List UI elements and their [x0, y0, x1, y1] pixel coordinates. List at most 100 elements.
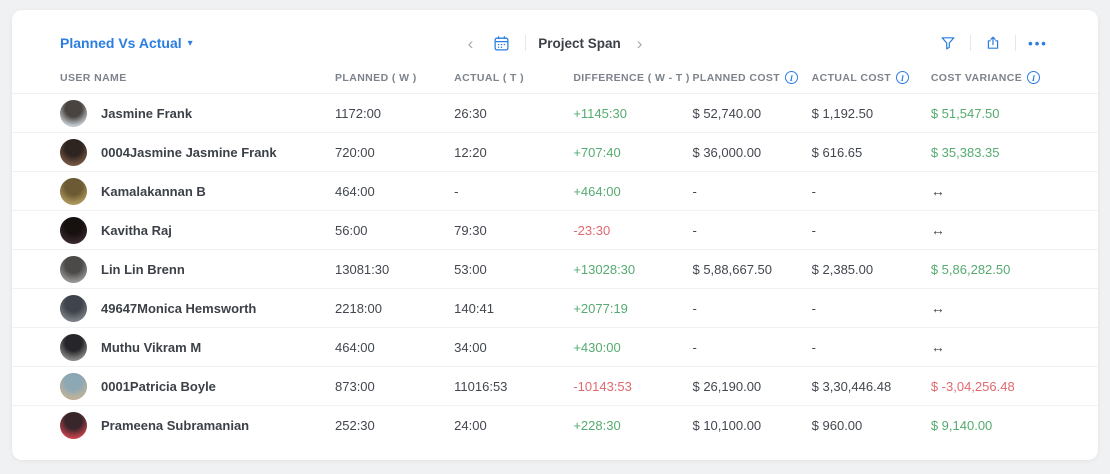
- info-icon[interactable]: i: [1027, 71, 1041, 84]
- user-cell: 0004Jasmine Jasmine Frank: [60, 138, 335, 166]
- cell-planned: 56:00: [335, 222, 368, 238]
- table-header: USER NAME PLANNED ( W ) ACTUAL ( T ) DIF…: [12, 62, 1098, 94]
- cell-actual: 12:20: [454, 144, 487, 160]
- user-name: Kamalakannan B: [101, 183, 206, 199]
- table-row[interactable]: Muthu Vikram M 464:00 34:00 +430:00 - - …: [12, 328, 1098, 367]
- cell-actual-cost: -: [811, 300, 816, 316]
- user-cell: Lin Lin Brenn: [60, 255, 335, 283]
- cell-planned-cost: -: [692, 339, 697, 355]
- cell-planned-cost: $ 52,740.00: [692, 105, 762, 121]
- table-row[interactable]: Prameena Subramanian 252:30 24:00 +228:3…: [12, 406, 1098, 445]
- cell-planned-cost: $ 26,190.00: [692, 378, 762, 394]
- column-header-cost-variance[interactable]: COST VARIANCE i: [931, 71, 1050, 84]
- cell-planned-cost: -: [692, 300, 697, 316]
- user-cell: Kavitha Raj: [60, 216, 335, 244]
- cell-difference: +1145:30: [573, 105, 627, 121]
- divider: [970, 35, 971, 51]
- user-name: Kavitha Raj: [101, 222, 172, 238]
- table-body: Jasmine Frank 1172:00 26:30 +1145:30 $ 5…: [12, 94, 1098, 445]
- cell-cost-variance: $ -3,04,256.48: [930, 378, 1015, 394]
- cell-difference: +464:00: [573, 183, 621, 199]
- cell-planned: 1172:00: [335, 105, 382, 121]
- cell-actual: 53:00: [454, 261, 487, 277]
- table-row[interactable]: Jasmine Frank 1172:00 26:30 +1145:30 $ 5…: [12, 94, 1098, 133]
- cell-difference: +430:00: [573, 339, 621, 355]
- cell-planned-cost: $ 10,100.00: [692, 418, 762, 433]
- cell-cost-variance: ↔: [930, 183, 945, 199]
- avatar: [60, 177, 87, 205]
- user-name: Jasmine Frank: [101, 105, 193, 121]
- cell-planned: 252:30: [335, 418, 375, 433]
- cell-actual-cost: $ 1,192.50: [811, 105, 874, 121]
- view-selector-dropdown[interactable]: Planned Vs Actual ▾: [60, 35, 193, 51]
- cell-actual-cost: -: [811, 183, 816, 199]
- cell-planned: 464:00: [335, 339, 375, 355]
- table-row[interactable]: 0004Jasmine Jasmine Frank 720:00 12:20 +…: [12, 133, 1098, 172]
- filter-icon[interactable]: [936, 31, 960, 55]
- avatar: [60, 412, 87, 439]
- avatar: [60, 255, 87, 283]
- period-label: Project Span: [538, 35, 621, 51]
- user-name: Prameena Subramanian: [101, 418, 250, 433]
- column-header-planned[interactable]: PLANNED ( W ): [335, 72, 454, 84]
- report-card: Planned Vs Actual ▾ ‹ Project Span › •••…: [12, 10, 1098, 460]
- column-header-user-name[interactable]: USER NAME: [60, 72, 335, 84]
- column-header-difference[interactable]: DIFFERENCE ( W - T ): [573, 72, 692, 84]
- table-row[interactable]: Lin Lin Brenn 13081:30 53:00 +13028:30 $…: [12, 250, 1098, 289]
- user-name: 0001Patricia Boyle: [101, 378, 216, 394]
- user-name: Muthu Vikram M: [101, 339, 202, 355]
- avatar: [60, 138, 87, 166]
- chevron-down-icon: ▾: [187, 38, 193, 49]
- table-row[interactable]: Kamalakannan B 464:00 - +464:00 - - ↔: [12, 172, 1098, 211]
- cell-actual-cost: $ 960.00: [811, 418, 863, 433]
- cell-difference: +2077:19: [573, 300, 628, 316]
- avatar: [60, 333, 87, 361]
- column-header-actual[interactable]: ACTUAL ( T ): [454, 72, 573, 84]
- cell-cost-variance: $ 51,547.50: [930, 105, 1000, 121]
- cell-planned: 720:00: [335, 144, 375, 160]
- cell-difference: -23:30: [573, 222, 611, 238]
- user-name: Lin Lin Brenn: [101, 261, 185, 277]
- avatar: [60, 216, 87, 244]
- cell-planned: 873:00: [335, 378, 375, 394]
- prev-period-button[interactable]: ‹: [464, 35, 478, 52]
- cell-difference: +707:40: [573, 144, 621, 160]
- cell-actual: 26:30: [454, 105, 487, 121]
- avatar: [60, 294, 87, 322]
- view-selector-label: Planned Vs Actual: [60, 35, 182, 51]
- cell-cost-variance: ↔: [930, 300, 945, 316]
- cell-actual-cost: $ 616.65: [811, 144, 863, 160]
- more-options-icon[interactable]: •••: [1026, 31, 1050, 55]
- cell-actual: 11016:53: [454, 378, 508, 394]
- cell-actual-cost: $ 3,30,446.48: [811, 378, 892, 394]
- column-header-actual-cost[interactable]: ACTUAL COST i: [812, 71, 931, 84]
- user-name: 0004Jasmine Jasmine Frank: [101, 144, 277, 160]
- user-cell: 0001Patricia Boyle: [60, 372, 335, 400]
- info-icon[interactable]: i: [896, 71, 910, 84]
- table-row[interactable]: Kavitha Raj 56:00 79:30 -23:30 - - ↔: [12, 211, 1098, 250]
- next-period-button[interactable]: ›: [633, 35, 647, 52]
- export-icon[interactable]: [981, 31, 1005, 55]
- cell-planned-cost: $ 36,000.00: [692, 144, 762, 160]
- calendar-icon[interactable]: [489, 31, 513, 55]
- table-row[interactable]: 0001Patricia Boyle 873:00 11016:53 -1014…: [12, 367, 1098, 406]
- user-cell: Jasmine Frank: [60, 99, 335, 127]
- table-row[interactable]: 49647Monica Hemsworth 2218:00 140:41 +20…: [12, 289, 1098, 328]
- column-header-planned-cost[interactable]: PLANNED COST i: [692, 71, 811, 84]
- cell-planned: 13081:30: [335, 261, 390, 277]
- cell-cost-variance: $ 35,383.35: [930, 144, 1000, 160]
- cell-actual-cost: -: [811, 339, 816, 355]
- divider: [525, 35, 527, 51]
- cell-planned: 464:00: [335, 183, 375, 199]
- cell-actual-cost: -: [811, 222, 816, 238]
- cell-actual: 79:30: [454, 222, 487, 238]
- cell-actual: 140:41: [454, 300, 494, 316]
- info-icon[interactable]: i: [785, 71, 799, 84]
- user-cell: Prameena Subramanian: [60, 412, 335, 439]
- cell-actual-cost: $ 2,385.00: [811, 261, 874, 277]
- cell-cost-variance: ↔: [930, 339, 945, 355]
- cell-cost-variance: ↔: [930, 222, 945, 238]
- cell-planned-cost: -: [692, 183, 697, 199]
- cell-difference: +13028:30: [573, 261, 636, 277]
- cell-planned: 2218:00: [335, 300, 382, 316]
